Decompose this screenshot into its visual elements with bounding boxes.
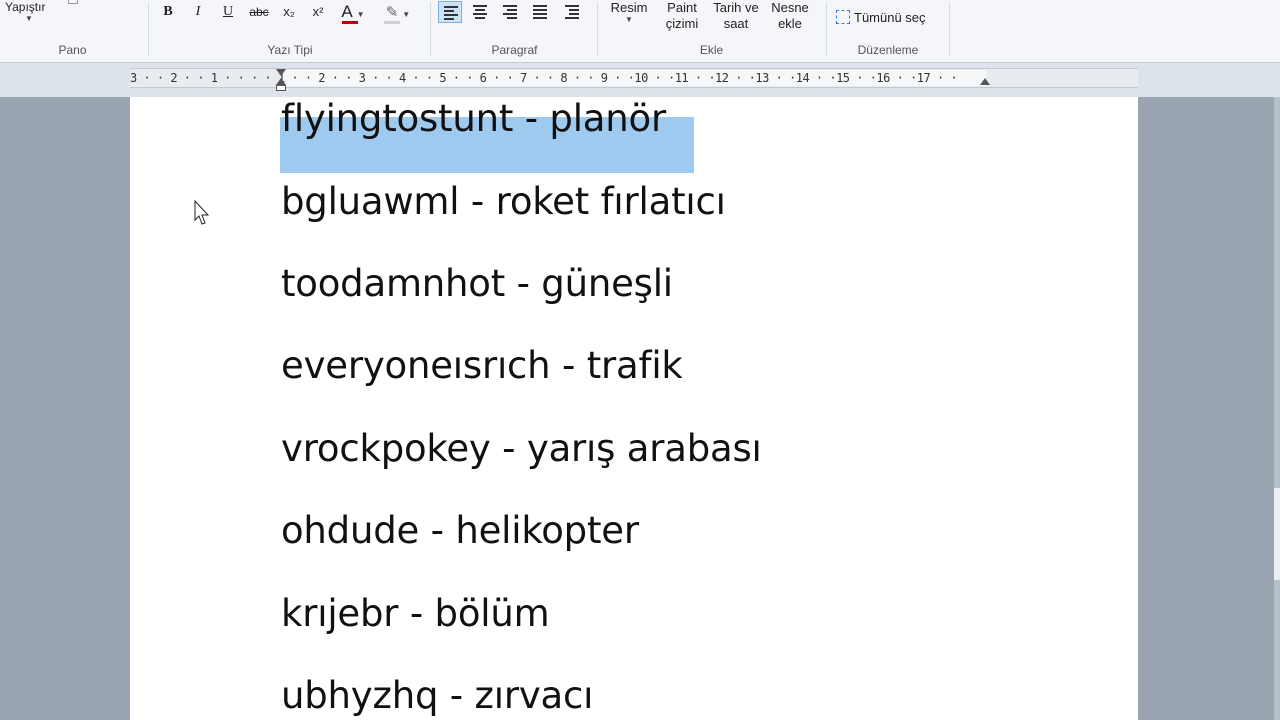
highlight-pen-icon: ✎ bbox=[385, 4, 399, 21]
insert-object-label-line1: Nesne bbox=[771, 0, 809, 15]
date-time-label-line2: saat bbox=[723, 16, 749, 31]
group-label-font: Yazı Tipi bbox=[267, 43, 313, 57]
vertical-scrollbar[interactable] bbox=[1274, 97, 1280, 720]
divider bbox=[826, 2, 827, 56]
highlight-button[interactable]: ✎ ▼ bbox=[380, 2, 416, 24]
highlight-dropdown-icon[interactable]: ▼ bbox=[402, 10, 410, 19]
first-line-indent-marker[interactable] bbox=[276, 69, 286, 76]
paste-dropdown-icon[interactable]: ▼ bbox=[25, 14, 45, 23]
insert-object-label-line2: ekle bbox=[778, 16, 802, 31]
document-line[interactable]: bgluawml - roket fırlatıcı bbox=[281, 180, 726, 223]
select-all-icon bbox=[836, 10, 850, 24]
paste-button[interactable]: Yapıştır ▼ bbox=[5, 0, 45, 23]
select-all-button[interactable]: Tümünü seç bbox=[836, 10, 926, 25]
justify-button[interactable] bbox=[528, 1, 552, 23]
document-area: flyingtostunt - planör bgluawml - roket … bbox=[0, 97, 1280, 720]
divider bbox=[597, 2, 598, 56]
date-time-label-line1: Tarih ve bbox=[713, 0, 759, 15]
font-color-icon: A bbox=[341, 2, 353, 21]
group-label-editing: Düzenleme bbox=[857, 43, 919, 57]
picture-dropdown-icon[interactable]: ▼ bbox=[609, 15, 649, 24]
line-spacing-button[interactable] bbox=[560, 1, 584, 23]
ribbon: Yapıştır ▼ Pano B I U abc x₂ x² A ▼ ✎ ▼ … bbox=[0, 0, 1280, 63]
group-label-insert: Ekle bbox=[699, 43, 724, 57]
group-paragraph: Paragraf bbox=[432, 0, 597, 62]
document-line[interactable]: vrockpokey - yarış arabası bbox=[281, 427, 762, 470]
align-center-button[interactable] bbox=[468, 1, 492, 23]
document-line[interactable]: ubhyzhq - zırvacı bbox=[281, 674, 593, 717]
group-editing: Tümünü seç Düzenleme bbox=[828, 0, 948, 62]
left-indent-marker[interactable] bbox=[276, 85, 286, 91]
font-color-dropdown-icon[interactable]: ▼ bbox=[357, 10, 365, 19]
superscript-button[interactable]: x² bbox=[307, 2, 329, 22]
paste-label: Yapıştır bbox=[5, 0, 46, 14]
strikethrough-button[interactable]: abc bbox=[246, 2, 272, 22]
font-color-swatch bbox=[342, 21, 358, 24]
bold-button[interactable]: B bbox=[158, 2, 178, 22]
divider bbox=[430, 2, 431, 56]
italic-button[interactable]: I bbox=[188, 2, 208, 22]
group-insert: Resim ▼ Paint çizimi Tarih ve saat Nesne… bbox=[599, 0, 824, 62]
right-indent-marker[interactable] bbox=[980, 78, 990, 85]
ruler[interactable]: 3 · · 2 · · 1 · · · · 1 · · 2 · · 3 · · … bbox=[130, 68, 1138, 91]
copy-icon[interactable] bbox=[68, 0, 78, 4]
select-all-label: Tümünü seç bbox=[854, 10, 926, 25]
document-line[interactable]: toodamnhot - güneşli bbox=[281, 262, 673, 305]
divider bbox=[148, 2, 149, 56]
group-clipboard: Yapıştır ▼ Pano bbox=[0, 0, 145, 62]
group-label-clipboard: Pano bbox=[58, 43, 87, 57]
document-line[interactable]: everyoneısrıch - trafik bbox=[281, 344, 683, 387]
group-font: B I U abc x₂ x² A ▼ ✎ ▼ Yazı Tipi bbox=[150, 0, 430, 62]
document-line[interactable]: flyingtostunt - planör bbox=[281, 97, 666, 140]
document-line[interactable]: ohdude - helikopter bbox=[281, 509, 639, 552]
insert-object-button[interactable]: Nesne ekle bbox=[765, 0, 815, 32]
underline-button[interactable]: U bbox=[218, 2, 238, 22]
picture-label: Resim bbox=[610, 0, 648, 15]
document-line[interactable]: krıjebr - bölüm bbox=[281, 592, 550, 635]
document-page[interactable]: flyingtostunt - planör bgluawml - roket … bbox=[130, 97, 1138, 720]
font-color-button[interactable]: A ▼ bbox=[338, 2, 368, 24]
highlight-swatch bbox=[384, 21, 400, 24]
align-left-button[interactable] bbox=[438, 1, 462, 23]
scrollbar-thumb[interactable] bbox=[1274, 488, 1280, 580]
paint-label-line2: çizimi bbox=[665, 16, 699, 31]
group-label-paragraph: Paragraf bbox=[491, 43, 538, 57]
picture-button[interactable]: Resim ▼ bbox=[609, 0, 649, 24]
divider bbox=[949, 2, 950, 56]
date-time-button[interactable]: Tarih ve saat bbox=[709, 0, 763, 32]
paint-drawing-button[interactable]: Paint çizimi bbox=[659, 0, 705, 32]
align-right-button[interactable] bbox=[498, 1, 522, 23]
mouse-cursor-icon bbox=[194, 199, 210, 231]
paint-label-line1: Paint bbox=[667, 0, 697, 15]
subscript-button[interactable]: x₂ bbox=[278, 2, 300, 22]
hanging-indent-marker[interactable] bbox=[276, 78, 286, 85]
